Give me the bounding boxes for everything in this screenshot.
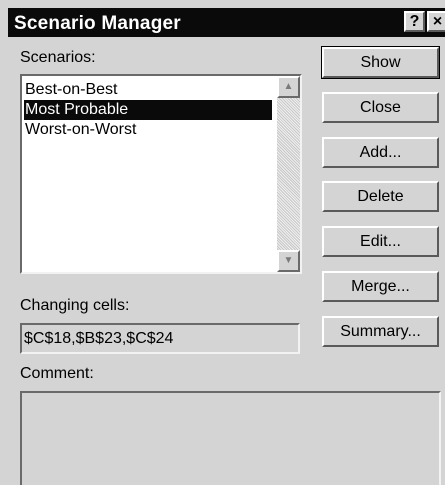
scenario-manager-dialog: Scenario Manager ? × Scenarios: Best-on-… <box>0 0 445 485</box>
show-button[interactable]: Show <box>321 46 440 79</box>
edit-button[interactable]: Edit... <box>322 226 439 257</box>
list-item-selected[interactable]: Most Probable <box>24 100 272 120</box>
window-title: Scenario Manager <box>14 13 181 34</box>
delete-button[interactable]: Delete <box>322 181 439 212</box>
changing-cells-label: Changing cells: <box>20 297 130 314</box>
add-button[interactable]: Add... <box>322 137 439 168</box>
comment-label: Comment: <box>20 365 94 382</box>
merge-button[interactable]: Merge... <box>322 271 439 302</box>
list-item[interactable]: Worst-on-Worst <box>24 120 272 140</box>
scenarios-listbox[interactable]: Best-on-Best Most Probable Worst-on-Wors… <box>20 74 302 274</box>
close-button[interactable]: Close <box>322 92 439 123</box>
scroll-up-icon[interactable]: ▲ <box>277 76 300 98</box>
changing-cells-field: $C$18,$B$23,$C$24 <box>20 323 300 354</box>
comment-field <box>20 391 441 485</box>
help-button[interactable]: ? <box>404 11 425 32</box>
scroll-down-icon[interactable]: ▼ <box>277 250 300 272</box>
summary-button[interactable]: Summary... <box>322 316 439 347</box>
list-item[interactable]: Best-on-Best <box>24 80 272 100</box>
scenarios-label: Scenarios: <box>20 49 96 66</box>
title-bar[interactable]: Scenario Manager ? × <box>8 8 445 37</box>
vertical-scrollbar[interactable]: ▲ ▼ <box>277 76 300 272</box>
close-window-button[interactable]: × <box>427 11 445 32</box>
